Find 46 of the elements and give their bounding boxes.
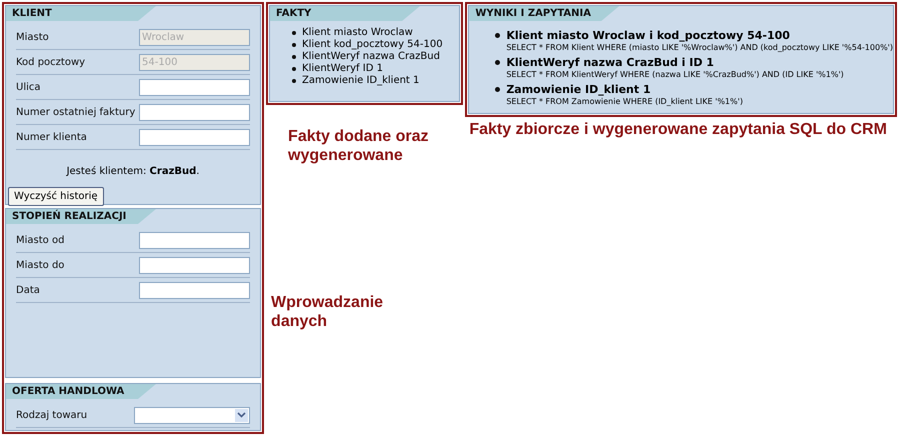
fact-item: Klient kod_pocztowy 54-100 [302,39,443,51]
result-fact: Klient miasto Wroclaw i kod_pocztowy 54-100 [506,29,791,42]
bullet-icon [292,79,296,83]
result-fact: KlientWeryf nazwa CrazBud i ID 1 [506,56,715,69]
bullet-icon [292,31,296,35]
sql-query: SELECT * FROM KlientWeryf WHERE (nazwa LIKE '%CrazBud%') AND (ID LIKE '%1%') [506,69,844,81]
bullet-icon [495,33,500,38]
field-label: Rodzaj towaru [16,408,88,422]
annotation-text: Fakty dodane oraz wygenerowane [288,127,430,165]
section-header: FAKTY [270,6,420,21]
sql-query: SELECT * FROM Klient WHERE (miasto LIKE '%Wroclaw%') AND (kod_pocztowy LIKE '%54-100%') [506,42,893,54]
fact-item: Klient miasto Wroclaw [302,27,413,39]
sql-query: SELECT * FROM Zamowienie WHERE (ID_klient LIKE '%1%') [506,96,743,108]
field-label: Numer klienta [16,130,87,144]
section-header: OFERTA HANDLOWA [6,384,156,399]
fact-item: KlientWeryf nazwa CrazBud [302,51,440,63]
input-field[interactable] [139,256,250,274]
bullet-icon [495,60,500,65]
chevron-down-icon [235,408,248,422]
section-header: STOPIEŃ REALIZACJI [6,209,156,224]
section-header: KLIENT [6,6,156,21]
bullet-icon [495,87,500,92]
client-info-text: Jesteś klientem: CrazBud. [65,166,200,177]
annotation-text: Fakty zbiorcze i wygenerowane zapytania SQL do CRM [469,120,888,139]
input-field[interactable] [139,104,250,120]
bullet-icon [292,43,296,47]
fact-item: Zamowienie ID_klient 1 [302,75,420,87]
input-field[interactable] [139,78,250,96]
field-label: Ulica [16,80,41,94]
bullet-icon [292,55,296,59]
field-label: Miasto [16,30,49,44]
field-label: Miasto do [16,258,64,272]
input-field[interactable] [139,232,250,248]
field-label: Numer ostatniej faktury [16,106,136,118]
dropdown-field[interactable] [134,406,250,424]
field-label: Kod pocztowy [16,56,86,68]
input-field[interactable] [139,282,250,298]
input-field[interactable] [139,128,250,146]
fact-item: KlientWeryf ID 1 [302,63,383,75]
annotation-text: Wprowadzanie danych [271,293,384,331]
clear-history-button[interactable]: Wyczyść historię [8,187,104,206]
field-label: Miasto od [16,234,64,246]
bullet-icon [292,67,296,71]
section-header: WYNIKI I ZAPYTANIA [469,6,620,21]
field-label: Data [16,284,40,296]
result-fact: Zamowienie ID_klient 1 [506,83,652,96]
